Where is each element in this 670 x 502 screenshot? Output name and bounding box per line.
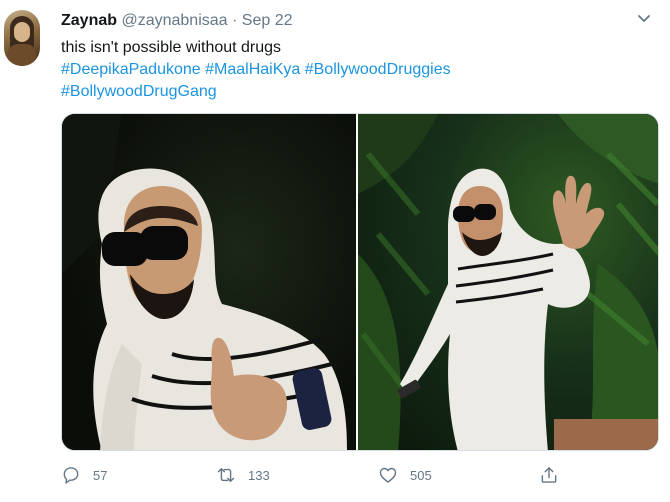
share-button[interactable] xyxy=(539,460,559,490)
separator-dot: · xyxy=(232,12,238,29)
hashtag-link[interactable]: #DeepikaPadukone xyxy=(61,61,201,78)
display-name[interactable]: Zaynab xyxy=(61,12,117,29)
avatar-face xyxy=(14,22,30,42)
tweet-media[interactable] xyxy=(61,113,659,451)
reply-count: 57 xyxy=(93,467,108,483)
avatar[interactable] xyxy=(4,10,40,66)
hashtag-link[interactable]: #BollywoodDrugGang xyxy=(61,83,217,100)
retweet-button[interactable]: 133 xyxy=(216,460,270,490)
photo-left[interactable] xyxy=(62,114,356,450)
tweet-actions: 57 133 505 xyxy=(61,460,621,490)
avatar-body xyxy=(8,44,36,66)
like-button[interactable]: 505 xyxy=(378,460,432,490)
share-icon xyxy=(541,467,557,483)
hashtag-link[interactable]: #BollywoodDruggies xyxy=(305,61,451,78)
retweet-count: 133 xyxy=(248,467,270,483)
photo-right-illustration xyxy=(358,114,658,450)
chevron-down-icon[interactable] xyxy=(634,11,654,27)
reply-button[interactable]: 57 xyxy=(61,460,107,490)
photo-left-illustration xyxy=(62,114,347,450)
reply-icon xyxy=(63,467,79,484)
tweet-body: this isn't possible without drugs xyxy=(61,39,282,56)
photo-right[interactable] xyxy=(358,114,658,450)
tweet[interactable]: Zaynab @zaynabnisaa · Sep 22 this isn't … xyxy=(0,0,670,502)
hashtag-line: #DeepikaPadukone #MaalHaiKya #BollywoodD… xyxy=(61,59,621,81)
tweet-header: Zaynab @zaynabnisaa · Sep 22 xyxy=(61,11,293,31)
tweet-text: this isn't possible without drugs #Deepi… xyxy=(61,37,621,103)
hashtag-line: #BollywoodDrugGang xyxy=(61,81,621,103)
user-handle[interactable]: @zaynabnisaa xyxy=(121,12,227,29)
retweet-icon xyxy=(217,468,235,482)
hashtag-link[interactable]: #MaalHaiKya xyxy=(205,61,300,78)
tweet-date[interactable]: Sep 22 xyxy=(242,12,293,29)
heart-icon xyxy=(379,467,397,483)
like-count: 505 xyxy=(410,467,432,483)
